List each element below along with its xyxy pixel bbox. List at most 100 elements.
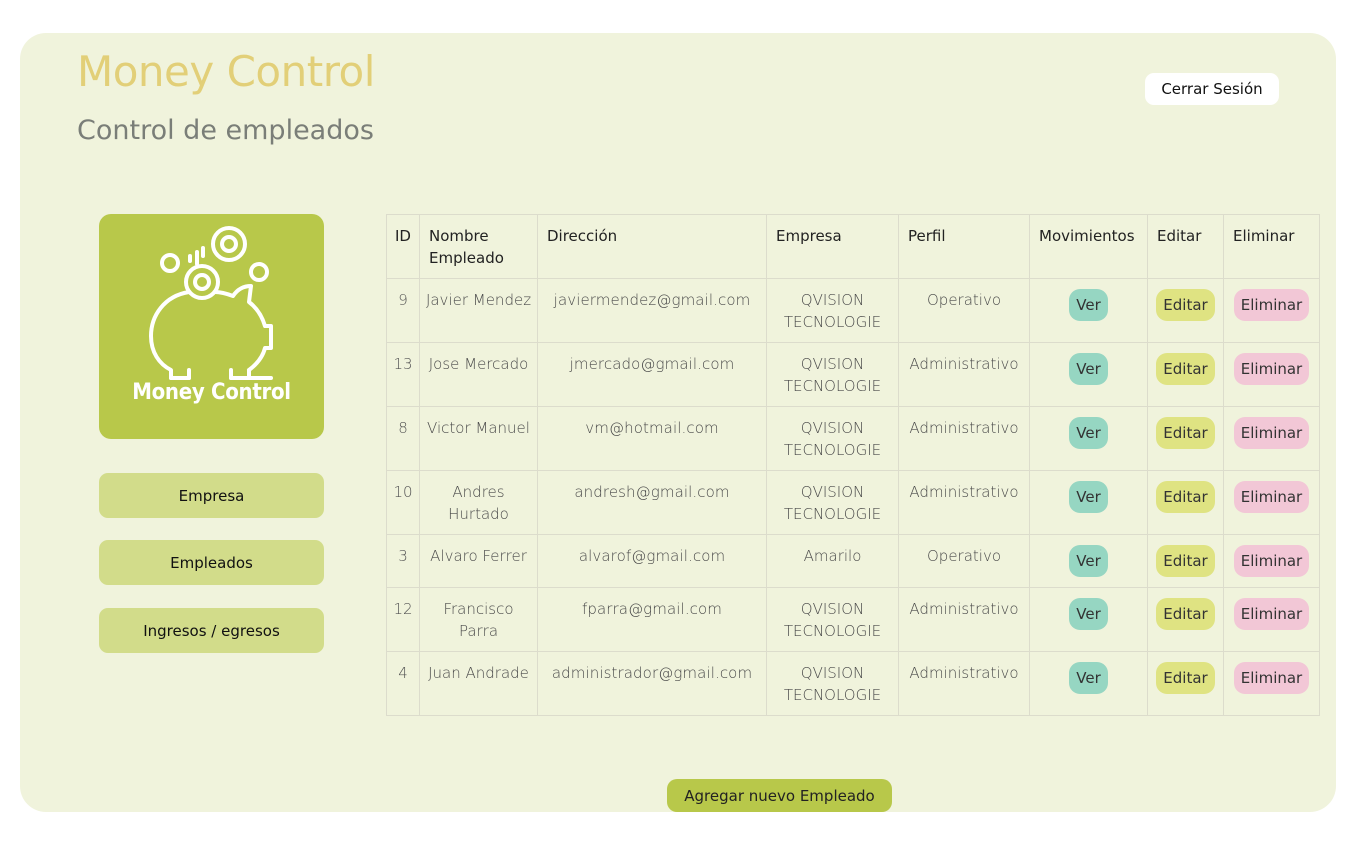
cell-profile: Administrativo (898, 651, 1030, 716)
cell-delete: Eliminar (1223, 470, 1320, 535)
delete-button[interactable]: Eliminar (1233, 662, 1310, 694)
delete-button[interactable]: Eliminar (1233, 417, 1310, 449)
cell-delete: Eliminar (1223, 587, 1320, 652)
table-row: 13 Jose Mercado jmercado@gmail.com QVISI… (386, 342, 1320, 407)
cell-movements: Ver (1029, 278, 1148, 343)
cell-edit: Editar (1147, 587, 1224, 652)
cell-name: Jose Mercado (419, 342, 538, 407)
sidebar-item-empresa[interactable]: Empresa (99, 473, 324, 518)
add-employee-button[interactable]: Agregar nuevo Empleado (667, 779, 892, 812)
cell-email: vm@hotmail.com (537, 406, 767, 471)
cell-name: Francisco Parra (419, 587, 538, 652)
table-row: 4 Juan Andrade administrador@gmail.com Q… (386, 651, 1320, 716)
logo-card: Money Control (99, 214, 324, 439)
cell-profile: Administrativo (898, 587, 1030, 652)
cell-edit: Editar (1147, 534, 1224, 588)
cell-movements: Ver (1029, 587, 1148, 652)
delete-button[interactable]: Eliminar (1233, 481, 1310, 513)
cell-delete: Eliminar (1223, 651, 1320, 716)
sidebar-item-empleados[interactable]: Empleados (99, 540, 324, 585)
logout-button[interactable]: Cerrar Sesión (1145, 73, 1279, 105)
col-header-address: Dirección (537, 214, 767, 279)
edit-button[interactable]: Editar (1156, 417, 1215, 449)
cell-movements: Ver (1029, 651, 1148, 716)
col-header-company: Empresa (766, 214, 899, 279)
cell-email: alvarof@gmail.com (537, 534, 767, 588)
table-row: 3 Alvaro Ferrer alvarof@gmail.com Amaril… (386, 534, 1320, 588)
edit-button[interactable]: Editar (1156, 289, 1215, 321)
view-button[interactable]: Ver (1069, 481, 1108, 513)
cell-id: 4 (386, 651, 420, 716)
cell-email: javiermendez@gmail.com (537, 278, 767, 343)
table-row: 10 Andres Hurtado andresh@gmail.com QVIS… (386, 470, 1320, 535)
view-button[interactable]: Ver (1069, 289, 1108, 321)
cell-name: Juan Andrade (419, 651, 538, 716)
view-button[interactable]: Ver (1069, 353, 1108, 385)
cell-delete: Eliminar (1223, 534, 1320, 588)
cell-edit: Editar (1147, 342, 1224, 407)
cell-id: 10 (386, 470, 420, 535)
cell-name: Andres Hurtado (419, 470, 538, 535)
table-row: 12 Francisco Parra fparra@gmail.com QVIS… (386, 587, 1320, 652)
cell-profile: Administrativo (898, 406, 1030, 471)
cell-profile: Operativo (898, 278, 1030, 343)
cell-edit: Editar (1147, 470, 1224, 535)
view-button[interactable]: Ver (1069, 662, 1108, 694)
cell-company: QVISION TECNOLOGIE (766, 587, 899, 652)
col-header-delete: Eliminar (1223, 214, 1320, 279)
sidebar-item-ingresos-egresos[interactable]: Ingresos / egresos (99, 608, 324, 653)
cell-company: QVISION TECNOLOGIE (766, 406, 899, 471)
cell-profile: Administrativo (898, 342, 1030, 407)
edit-button[interactable]: Editar (1156, 481, 1215, 513)
cell-edit: Editar (1147, 406, 1224, 471)
view-button[interactable]: Ver (1069, 417, 1108, 449)
cell-delete: Eliminar (1223, 278, 1320, 343)
col-header-id: ID (386, 214, 420, 279)
cell-name: Victor Manuel (419, 406, 538, 471)
edit-button[interactable]: Editar (1156, 353, 1215, 385)
app-title: Money Control (77, 47, 375, 96)
cell-id: 12 (386, 587, 420, 652)
col-header-movements: Movimientos (1029, 214, 1148, 279)
employees-table: ID Nombre Empleado Dirección Empresa Per… (386, 214, 1320, 716)
delete-button[interactable]: Eliminar (1233, 545, 1310, 577)
cell-movements: Ver (1029, 534, 1148, 588)
col-header-edit: Editar (1147, 214, 1224, 279)
col-header-name: Nombre Empleado (419, 214, 538, 279)
cell-movements: Ver (1029, 342, 1148, 407)
delete-button[interactable]: Eliminar (1233, 289, 1310, 321)
col-header-profile: Perfil (898, 214, 1030, 279)
cell-edit: Editar (1147, 651, 1224, 716)
table-row: 8 Victor Manuel vm@hotmail.com QVISION T… (386, 406, 1320, 471)
edit-button[interactable]: Editar (1156, 598, 1215, 630)
cell-email: fparra@gmail.com (537, 587, 767, 652)
cell-company: QVISION TECNOLOGIE (766, 470, 899, 535)
cell-id: 9 (386, 278, 420, 343)
cell-profile: Administrativo (898, 470, 1030, 535)
cell-name: Alvaro Ferrer (419, 534, 538, 588)
piggy-bank-coins-icon (149, 226, 273, 380)
cell-email: andresh@gmail.com (537, 470, 767, 535)
main-panel: Money Control Control de empleados Cerra… (20, 33, 1336, 812)
cell-delete: Eliminar (1223, 342, 1320, 407)
cell-name: Javier Mendez (419, 278, 538, 343)
cell-company: Amarilo (766, 534, 899, 588)
cell-edit: Editar (1147, 278, 1224, 343)
cell-movements: Ver (1029, 406, 1148, 471)
edit-button[interactable]: Editar (1156, 545, 1215, 577)
edit-button[interactable]: Editar (1156, 662, 1215, 694)
view-button[interactable]: Ver (1069, 545, 1108, 577)
cell-company: QVISION TECNOLOGIE (766, 278, 899, 343)
cell-company: QVISION TECNOLOGIE (766, 651, 899, 716)
cell-id: 3 (386, 534, 420, 588)
cell-movements: Ver (1029, 470, 1148, 535)
page-subtitle: Control de empleados (77, 115, 374, 146)
cell-email: administrador@gmail.com (537, 651, 767, 716)
cell-email: jmercado@gmail.com (537, 342, 767, 407)
view-button[interactable]: Ver (1069, 598, 1108, 630)
delete-button[interactable]: Eliminar (1233, 353, 1310, 385)
table-row: 9 Javier Mendez javiermendez@gmail.com Q… (386, 278, 1320, 343)
cell-delete: Eliminar (1223, 406, 1320, 471)
cell-id: 13 (386, 342, 420, 407)
delete-button[interactable]: Eliminar (1233, 598, 1310, 630)
